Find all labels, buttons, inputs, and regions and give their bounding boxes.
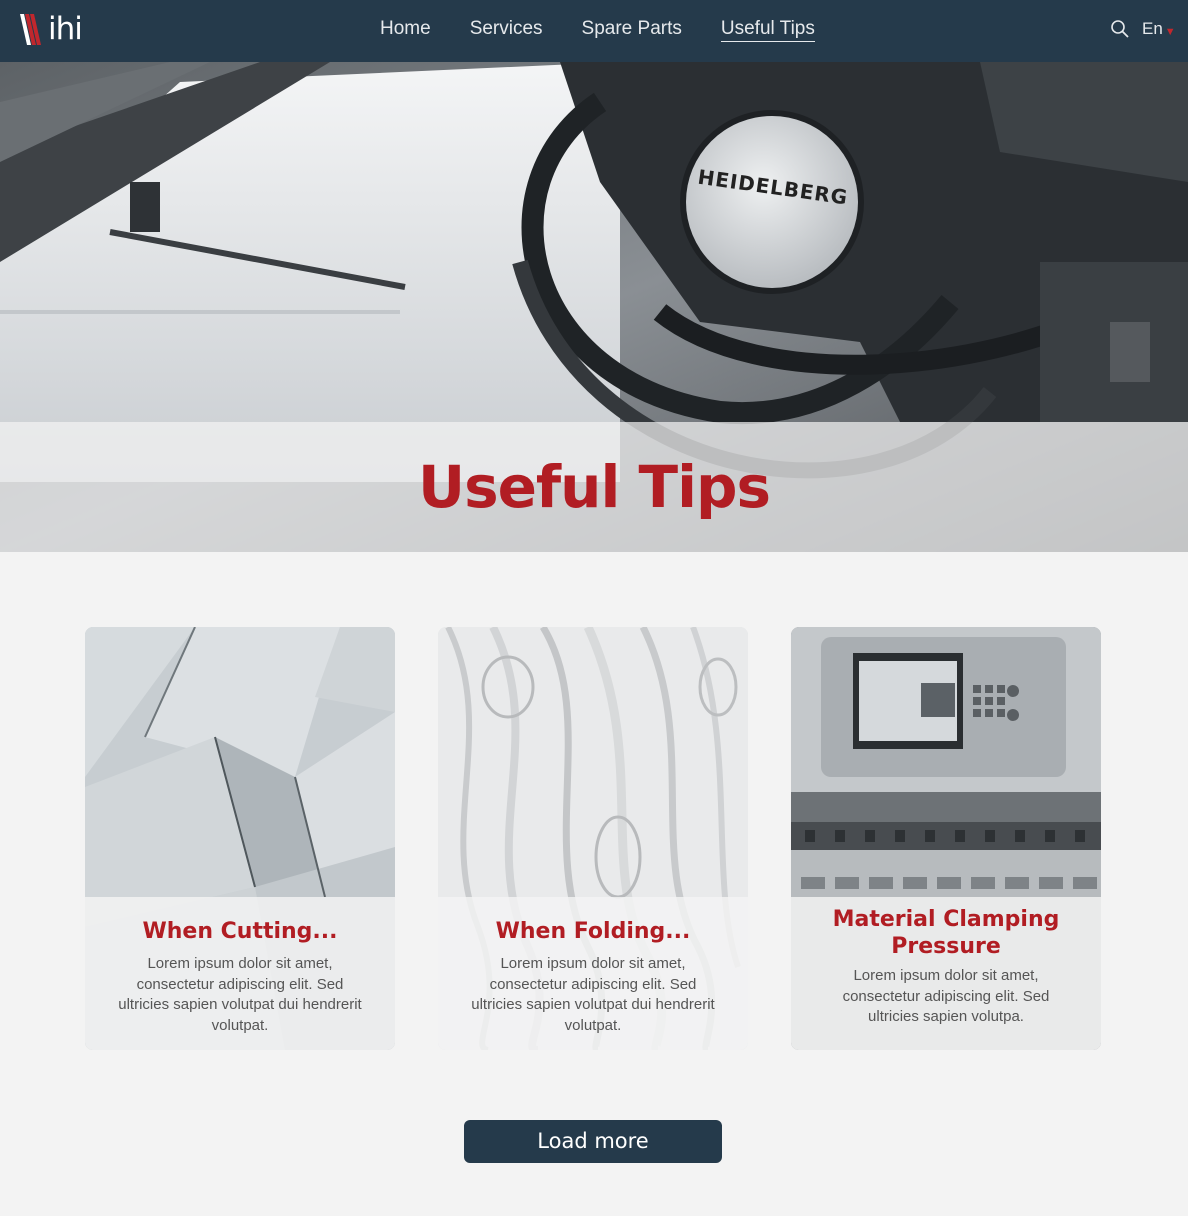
card-description: Lorem ipsum dolor sit amet, consectetur … xyxy=(471,955,715,1034)
top-navbar: ihi Home Services Spare Parts Useful Tip… xyxy=(0,0,1188,62)
card-title: Material Clamping Pressure xyxy=(832,907,1060,959)
tip-card-clamping[interactable]: Material Clamping Pressure Lorem ipsum d… xyxy=(791,627,1101,1050)
card-description: Lorem ipsum dolor sit amet, consectetur … xyxy=(842,967,1050,1025)
nav-services[interactable]: Services xyxy=(470,17,543,42)
main-nav: Home Services Spare Parts Useful Tips xyxy=(380,17,854,42)
hero-banner: HEIDELBERG Useful Tips xyxy=(0,62,1188,552)
load-more-button[interactable]: Load more xyxy=(464,1120,722,1163)
card-title: When Folding... xyxy=(495,919,691,944)
language-label: En xyxy=(1142,19,1163,38)
caret-down-icon: ▼ xyxy=(1164,25,1176,38)
brand-logo[interactable]: ihi xyxy=(20,11,90,45)
nav-spare-parts[interactable]: Spare Parts xyxy=(582,17,682,42)
logo-text: ihi xyxy=(48,11,83,47)
card-description: Lorem ipsum dolor sit amet, consectetur … xyxy=(118,955,362,1034)
card-title: When Cutting... xyxy=(142,919,338,944)
search-icon[interactable] xyxy=(1110,19,1130,39)
nav-useful-tips[interactable]: Useful Tips xyxy=(720,17,815,42)
language-selector[interactable]: En ▼ xyxy=(1142,18,1176,40)
page-title: Useful Tips xyxy=(417,453,771,521)
nav-home[interactable]: Home xyxy=(380,17,431,42)
tip-card-cutting[interactable]: When Cutting... Lorem ipsum dolor sit am… xyxy=(85,627,395,1050)
logo-stripes-icon xyxy=(20,14,41,45)
tip-card-folding[interactable]: When Folding... Lorem ipsum dolor sit am… xyxy=(438,627,748,1050)
